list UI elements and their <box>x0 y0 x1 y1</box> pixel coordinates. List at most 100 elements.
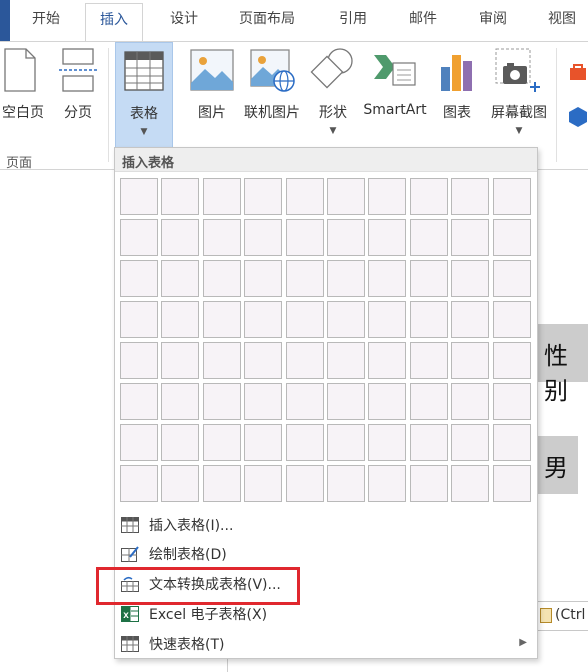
table-grid-cell[interactable] <box>492 260 531 297</box>
page-break-button[interactable]: 分页 <box>54 42 102 147</box>
menu-item-draw-table[interactable]: 绘制表格(D) <box>115 539 537 569</box>
table-grid-cell[interactable] <box>451 383 490 420</box>
table-grid-cell[interactable] <box>202 260 241 297</box>
table-grid-cell[interactable] <box>451 301 490 338</box>
table-grid-cell[interactable] <box>327 301 365 338</box>
tab-mailings[interactable]: 邮件 <box>409 8 437 28</box>
table-grid-cell[interactable] <box>202 465 241 502</box>
table-grid-cell[interactable] <box>409 178 448 215</box>
table-grid-cell[interactable] <box>492 383 531 420</box>
smartart-button[interactable]: SmartArt <box>362 42 428 147</box>
my-apps-icon[interactable] <box>568 106 588 128</box>
table-grid-cell[interactable] <box>161 342 200 379</box>
table-grid-cell[interactable] <box>492 342 531 379</box>
table-grid-cell[interactable] <box>409 342 448 379</box>
table-grid-cell[interactable] <box>161 260 200 297</box>
table-grid-cell[interactable] <box>202 301 241 338</box>
table-grid-cell[interactable] <box>285 465 324 502</box>
table-grid-cell[interactable] <box>492 301 531 338</box>
table-cell-gender-value[interactable]: 男 <box>538 436 578 494</box>
table-grid-cell[interactable] <box>244 301 283 338</box>
tab-review[interactable]: 审阅 <box>479 8 507 28</box>
table-grid-cell[interactable] <box>202 219 241 256</box>
table-grid-cell[interactable] <box>451 424 490 461</box>
table-button[interactable]: 表格 ▼ <box>115 42 173 149</box>
table-grid-cell[interactable] <box>492 465 531 502</box>
table-grid-cell[interactable] <box>327 465 365 502</box>
table-grid-cell[interactable] <box>492 219 531 256</box>
table-grid-cell[interactable] <box>409 424 448 461</box>
chart-button[interactable]: 图表 <box>433 42 481 147</box>
table-grid-cell[interactable] <box>120 219 158 256</box>
table-grid-cell[interactable] <box>120 301 158 338</box>
table-grid-cell[interactable] <box>368 301 407 338</box>
table-grid-cell[interactable] <box>244 383 283 420</box>
table-grid-cell[interactable] <box>285 260 324 297</box>
menu-item-insert-table[interactable]: 插入表格(I)... <box>115 510 537 540</box>
table-grid-cell[interactable] <box>285 219 324 256</box>
table-grid-cell[interactable] <box>244 465 283 502</box>
file-tab[interactable] <box>0 0 10 42</box>
table-grid-cell[interactable] <box>120 383 158 420</box>
table-grid-cell[interactable] <box>161 301 200 338</box>
table-grid-cell[interactable] <box>244 219 283 256</box>
table-grid-cell[interactable] <box>451 178 490 215</box>
tab-insert[interactable]: 插入 <box>85 3 143 43</box>
table-grid-cell[interactable] <box>285 342 324 379</box>
table-grid-cell[interactable] <box>244 342 283 379</box>
table-grid-cell[interactable] <box>285 301 324 338</box>
table-grid-cell[interactable] <box>451 260 490 297</box>
table-grid-cell[interactable] <box>285 424 324 461</box>
table-grid-cell[interactable] <box>368 465 407 502</box>
table-grid-cell[interactable] <box>409 260 448 297</box>
table-grid-cell[interactable] <box>368 260 407 297</box>
tab-page-layout[interactable]: 页面布局 <box>239 8 295 28</box>
table-grid-cell[interactable] <box>451 342 490 379</box>
table-grid-cell[interactable] <box>327 260 365 297</box>
shapes-button[interactable]: 形状 ▼ <box>308 42 358 147</box>
table-grid-cell[interactable] <box>120 465 158 502</box>
table-grid-cell[interactable] <box>285 383 324 420</box>
tab-home[interactable]: 开始 <box>32 8 60 28</box>
table-grid-cell[interactable] <box>161 219 200 256</box>
tab-view[interactable]: 视图 <box>548 8 576 28</box>
table-cell-gender-header[interactable]: 性别 <box>538 324 588 405</box>
table-grid-cell[interactable] <box>327 383 365 420</box>
table-grid-cell[interactable] <box>202 342 241 379</box>
table-grid-cell[interactable] <box>368 424 407 461</box>
table-grid-cell[interactable] <box>202 424 241 461</box>
table-grid-cell[interactable] <box>451 219 490 256</box>
tab-design[interactable]: 设计 <box>170 8 198 28</box>
table-grid-cell[interactable] <box>161 383 200 420</box>
paste-options-button[interactable]: (Ctrl <box>533 601 588 631</box>
menu-item-quick-tables[interactable]: 快速表格(T) ▶ <box>115 629 537 659</box>
table-grid-cell[interactable] <box>492 178 531 215</box>
tab-references[interactable]: 引用 <box>339 8 367 28</box>
screenshot-button[interactable]: 屏幕截图 ▼ <box>485 42 553 147</box>
table-grid-cell[interactable] <box>161 424 200 461</box>
store-icon[interactable] <box>568 62 588 82</box>
table-size-grid[interactable] <box>120 178 534 506</box>
table-grid-cell[interactable] <box>368 178 407 215</box>
table-grid-cell[interactable] <box>451 465 490 502</box>
table-grid-cell[interactable] <box>327 178 365 215</box>
table-grid-cell[interactable] <box>161 465 200 502</box>
table-grid-cell[interactable] <box>368 219 407 256</box>
table-grid-cell[interactable] <box>202 178 241 215</box>
table-grid-cell[interactable] <box>368 342 407 379</box>
table-grid-cell[interactable] <box>409 383 448 420</box>
table-grid-cell[interactable] <box>244 178 283 215</box>
table-grid-cell[interactable] <box>409 219 448 256</box>
table-grid-cell[interactable] <box>327 219 365 256</box>
table-grid-cell[interactable] <box>327 342 365 379</box>
online-picture-button[interactable]: 联机图片 <box>240 42 304 147</box>
table-grid-cell[interactable] <box>244 260 283 297</box>
table-grid-cell[interactable] <box>492 424 531 461</box>
picture-button[interactable]: 图片 <box>186 42 238 147</box>
table-grid-cell[interactable] <box>244 424 283 461</box>
table-grid-cell[interactable] <box>120 342 158 379</box>
blank-page-button[interactable]: 空白页 <box>0 42 46 147</box>
table-grid-cell[interactable] <box>327 424 365 461</box>
table-grid-cell[interactable] <box>285 178 324 215</box>
table-grid-cell[interactable] <box>409 465 448 502</box>
